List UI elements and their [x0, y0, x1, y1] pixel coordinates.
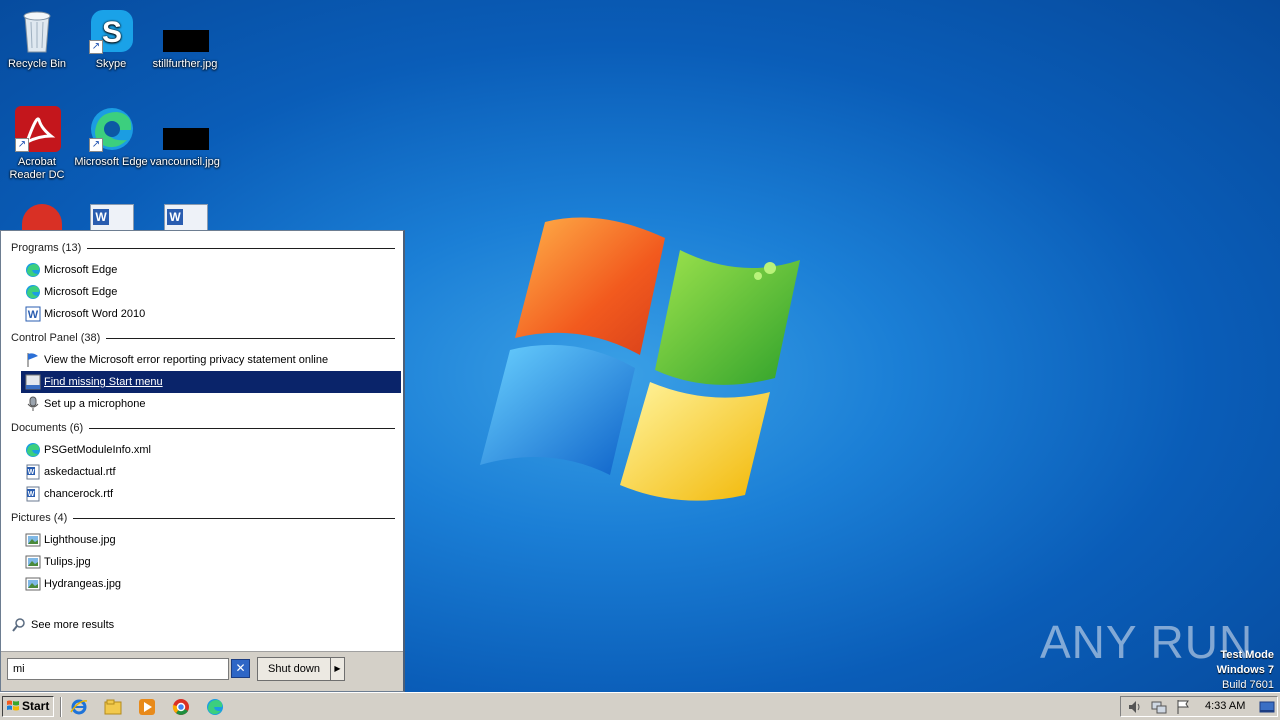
- desktop-icon-vancouncil[interactable]: vancouncil.jpg: [148, 106, 222, 169]
- desktop-icon-label: Recycle Bin: [7, 58, 67, 70]
- edge-icon: [25, 262, 41, 278]
- result-microsoft-edge[interactable]: Microsoft Edge: [21, 281, 401, 303]
- taskbar-settings-icon: [25, 374, 41, 390]
- edge-icon: [25, 284, 41, 300]
- word-doc-icon: W: [25, 464, 41, 480]
- edge-icon: ↗: [87, 106, 135, 152]
- svg-text:W: W: [28, 469, 35, 476]
- taskbar: Start 4:33 AM: [0, 692, 1280, 720]
- word-doc-desktop-icon-partial: W: [164, 204, 208, 232]
- clear-search-button[interactable]: ✕: [231, 659, 250, 678]
- picture-icon: [25, 532, 41, 548]
- section-pictures[interactable]: Pictures (4): [1, 507, 403, 529]
- word-doc-desktop-icon-partial: W: [90, 204, 134, 232]
- section-programs[interactable]: Programs (13): [1, 237, 403, 259]
- shortcut-arrow-icon: ↗: [89, 138, 103, 152]
- section-control-panel[interactable]: Control Panel (38): [1, 327, 403, 349]
- start-search-input[interactable]: mi: [7, 658, 229, 680]
- desktop-icon-label: vancouncil.jpg: [150, 156, 220, 168]
- media-player-icon[interactable]: [138, 698, 156, 716]
- result-tulips[interactable]: Tulips.jpg: [21, 551, 401, 573]
- magnifier-icon: [11, 617, 27, 633]
- internet-explorer-icon[interactable]: [70, 698, 88, 716]
- file-explorer-icon[interactable]: [104, 698, 122, 716]
- shortcut-arrow-icon: ↗: [89, 40, 103, 54]
- shortcut-arrow-icon: ↗: [15, 138, 29, 152]
- chrome-icon[interactable]: [172, 698, 190, 716]
- see-more-results-link[interactable]: See more results: [11, 617, 114, 633]
- desktop-icon-label: Microsoft Edge: [74, 156, 148, 168]
- word-doc-icon: W: [25, 486, 41, 502]
- edge-icon[interactable]: [206, 698, 224, 716]
- section-documents[interactable]: Documents (6): [1, 417, 403, 439]
- result-microsoft-word-2010[interactable]: W Microsoft Word 2010: [21, 303, 401, 325]
- desktop-icon-edge[interactable]: ↗ Microsoft Edge: [74, 106, 148, 169]
- desktop-icon-label: Skype: [95, 58, 127, 70]
- result-psgetmoduleinfo[interactable]: PSGetModuleInfo.xml: [21, 439, 401, 461]
- result-set-up-microphone[interactable]: Set up a microphone: [21, 393, 401, 415]
- flag-icon: [25, 352, 41, 368]
- word-icon: W: [25, 306, 41, 322]
- skype-icon: S ↗: [87, 8, 135, 54]
- taskbar-separator: [60, 697, 62, 717]
- system-tray: 4:33 AM: [1120, 696, 1278, 717]
- start-menu: Programs (13) Microsoft Edge Microsoft E…: [0, 230, 405, 692]
- picture-icon: [25, 576, 41, 592]
- image-file-icon: [161, 106, 209, 152]
- result-chancerock[interactable]: W chancerock.rtf: [21, 483, 401, 505]
- desktop-icon-label: stillfurther.jpg: [152, 58, 218, 70]
- svg-text:S: S: [102, 16, 122, 49]
- action-center-flag-icon[interactable]: [1175, 699, 1191, 715]
- windows-flag-icon: [7, 700, 19, 711]
- edge-icon: [25, 442, 41, 458]
- result-error-reporting-privacy[interactable]: View the Microsoft error reporting priva…: [21, 349, 401, 371]
- recycle-bin-icon: [13, 8, 61, 54]
- chrome-desktop-icon-partial: [22, 204, 62, 232]
- search-results: Programs (13) Microsoft Edge Microsoft E…: [1, 237, 403, 595]
- start-menu-footer: mi ✕ Shut down ▶: [1, 651, 403, 691]
- speaker-icon[interactable]: [1127, 699, 1143, 715]
- result-hydrangeas[interactable]: Hydrangeas.jpg: [21, 573, 401, 595]
- result-askedactual[interactable]: W askedactual.rtf: [21, 461, 401, 483]
- picture-icon: [25, 554, 41, 570]
- microphone-icon: [25, 396, 41, 412]
- desktop-icon-label: Acrobat Reader DC: [9, 156, 65, 181]
- windows-logo: [480, 217, 800, 501]
- svg-text:W: W: [28, 309, 39, 321]
- shut-down-button[interactable]: Shut down: [257, 657, 331, 681]
- result-lighthouse[interactable]: Lighthouse.jpg: [21, 529, 401, 551]
- acrobat-icon: ↗: [13, 106, 61, 152]
- shut-down-options-arrow[interactable]: ▶: [331, 657, 345, 681]
- desktop-icon-stillfurther[interactable]: stillfurther.jpg: [148, 8, 222, 71]
- image-file-icon: [161, 8, 209, 54]
- start-button[interactable]: Start: [2, 696, 54, 717]
- show-desktop-icon[interactable]: [1259, 699, 1275, 715]
- desktop-icon-acrobat[interactable]: ↗ Acrobat Reader DC: [0, 106, 74, 182]
- test-mode-notice: Test Mode Windows 7 Build 7601: [1216, 649, 1274, 691]
- result-microsoft-edge[interactable]: Microsoft Edge: [21, 259, 401, 281]
- svg-text:W: W: [28, 491, 35, 498]
- result-find-missing-start-menu[interactable]: Find missing Start menu: [21, 371, 401, 393]
- taskbar-clock[interactable]: 4:33 AM: [1205, 697, 1245, 716]
- desktop-icon-skype[interactable]: S ↗ Skype: [74, 8, 148, 71]
- desktop-icon-recycle-bin[interactable]: Recycle Bin: [0, 8, 74, 71]
- network-icon[interactable]: [1151, 699, 1167, 715]
